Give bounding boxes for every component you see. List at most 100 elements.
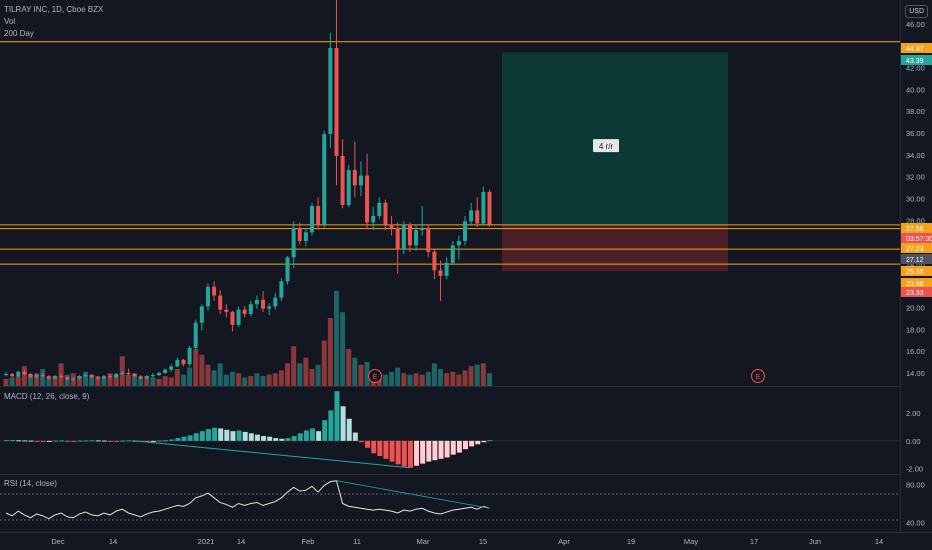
macd-histogram-bar: [126, 440, 132, 442]
candle-body: [224, 309, 229, 312]
candle-body: [181, 359, 186, 365]
rsi-tick-label: 40.00: [906, 519, 925, 528]
candle-body: [187, 347, 192, 365]
candle-body: [475, 210, 480, 224]
volume-bar: [156, 378, 162, 386]
macd-histogram-bar: [108, 440, 114, 442]
volume-bar: [193, 349, 199, 386]
earnings-marker-text: E: [372, 372, 377, 381]
chart-canvas[interactable]: 4 r/r E E 2.00 0.00 -2.00 80.00 40.00 46.00 4…: [0, 0, 932, 550]
candle-body: [365, 175, 370, 223]
candle-body: [420, 227, 425, 231]
candle-body: [426, 227, 431, 252]
price-axis-tag: 23.33: [901, 287, 932, 297]
candle-body: [71, 378, 76, 380]
candle-body: [316, 206, 321, 225]
candle-body: [463, 221, 467, 241]
price-tag-text: 43.39: [906, 58, 924, 65]
candle-body: [303, 232, 308, 241]
candle-body: [487, 191, 492, 225]
volume-bar: [358, 364, 364, 386]
symbol-title[interactable]: TILRAY INC, 1D, Cboe BZX: [4, 4, 103, 16]
candle-body: [340, 155, 345, 205]
price-tick-label: 36.00: [906, 129, 925, 138]
macd-histogram-bar: [297, 433, 303, 441]
candle-body: [401, 224, 406, 250]
macd-histogram-bar: [199, 431, 205, 441]
volume-bar: [168, 377, 174, 386]
volume-bar: [462, 370, 468, 386]
macd-histogram-bar: [218, 428, 224, 441]
volume-bar: [419, 374, 425, 386]
candle-body: [291, 227, 296, 258]
price-tick-label: 34.00: [906, 151, 925, 160]
rsi-pane-label[interactable]: RSI (14, close): [4, 479, 57, 488]
time-tick-label: 15: [479, 537, 487, 546]
macd-histogram-bar: [401, 440, 407, 467]
macd-histogram-bar: [224, 429, 230, 441]
volume-bar: [162, 376, 168, 386]
macd-histogram-bar: [52, 440, 58, 442]
ma-indicator-label[interactable]: 200 Day: [4, 28, 103, 40]
macd-histogram-bar: [46, 440, 52, 442]
time-tick-label: 14: [109, 537, 117, 546]
candle-body: [334, 47, 339, 156]
price-tick-label: 14.00: [906, 369, 925, 378]
time-tick-label: 17: [750, 537, 758, 546]
candle-body: [83, 375, 88, 377]
candle-body: [438, 270, 443, 276]
volume-bar: [150, 377, 156, 386]
macd-histogram-bar: [303, 430, 309, 441]
candle-body: [163, 369, 168, 373]
time-tick-label: 11: [353, 537, 361, 546]
macd-histogram-bar: [59, 440, 65, 442]
currency-badge[interactable]: USD: [905, 5, 928, 18]
candle-body: [310, 206, 314, 233]
time-tick-label: 2021: [198, 537, 215, 546]
candle-body: [377, 202, 382, 216]
candle-body: [150, 375, 155, 377]
candle-body: [254, 299, 259, 305]
macd-histogram-bar: [242, 431, 248, 441]
price-axis-tag: 43.39: [901, 55, 932, 65]
volume-indicator-label[interactable]: Vol: [4, 16, 103, 28]
macd-histogram-bar: [169, 439, 175, 441]
volume-bar: [180, 374, 186, 386]
price-tick-label: 46.00: [906, 20, 925, 29]
macd-histogram-bar: [420, 440, 426, 464]
macd-histogram-bar: [463, 440, 468, 450]
candle-body: [120, 372, 125, 375]
volume-bar: [413, 373, 419, 386]
volume-bar: [187, 367, 193, 386]
candle-body: [230, 311, 235, 325]
macd-histogram-bar: [395, 440, 401, 465]
macd-histogram-bar: [346, 418, 352, 441]
macd-histogram-bar: [432, 440, 438, 461]
volume-bar: [260, 376, 266, 386]
candle-body: [432, 251, 437, 271]
price-tick-label: 38.00: [906, 107, 925, 116]
candle-body: [328, 47, 333, 135]
macd-histogram-bar: [426, 440, 432, 462]
volume-bar: [340, 312, 346, 386]
volume-bar: [346, 349, 352, 386]
candle-body: [169, 366, 174, 370]
macd-histogram-bar: [28, 440, 34, 442]
macd-histogram-bar: [334, 391, 340, 441]
volume-bar: [297, 363, 303, 386]
volume-bar: [236, 373, 242, 386]
volume-bar: [21, 366, 27, 386]
macd-pane-label[interactable]: MACD (12, 26, close, 9): [4, 392, 89, 401]
candle-body: [101, 376, 106, 379]
volume-bar: [3, 378, 9, 386]
time-tick-label: Jun: [809, 537, 821, 546]
candle-body: [157, 372, 161, 376]
volume-bar: [291, 346, 297, 386]
candle-body: [132, 374, 137, 377]
macd-histogram-bar: [175, 438, 181, 441]
macd-histogram-bar: [328, 410, 334, 441]
volume-bar: [333, 291, 339, 386]
macd-histogram-bar: [254, 434, 260, 441]
price-tick-label: 30.00: [906, 194, 925, 203]
candle-body: [285, 257, 290, 282]
